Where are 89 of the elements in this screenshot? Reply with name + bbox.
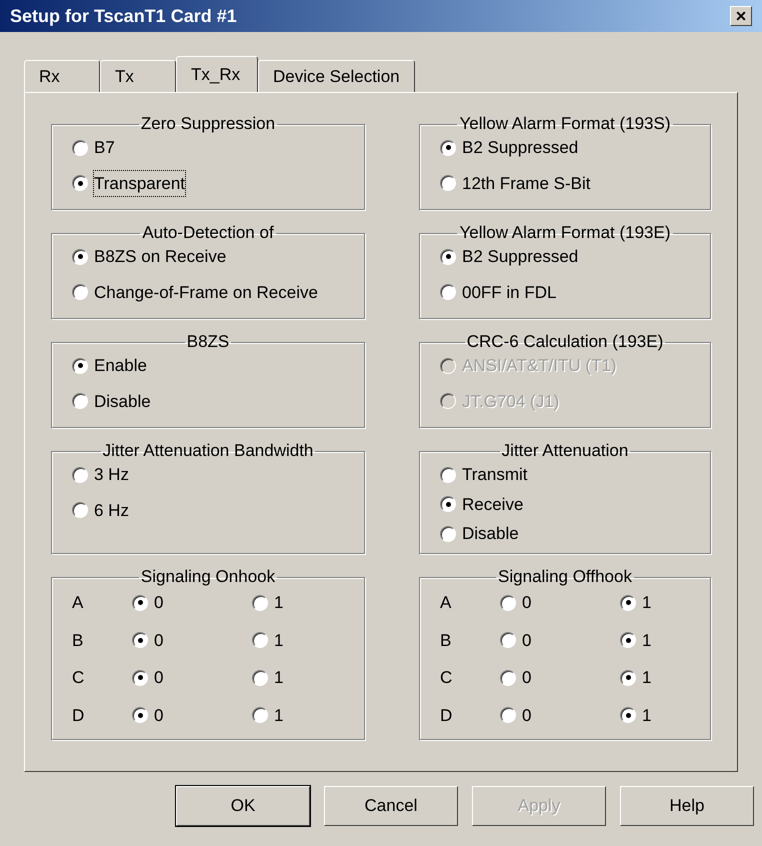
dialog-button[interactable]: Help [620, 786, 754, 826]
dialog-button[interactable]: OK [176, 786, 310, 826]
radio-button[interactable] [72, 140, 88, 156]
group-title: Signaling Onhook [140, 568, 276, 586]
tab[interactable]: Tx_Rx [176, 56, 258, 92]
radio-label: 0 [522, 667, 532, 689]
row-label: A [440, 592, 452, 614]
group-title: Auto-Detection of [141, 224, 275, 242]
radio-label: B2 Suppressed [462, 137, 578, 159]
radio-button[interactable] [440, 496, 456, 512]
group-title: Jitter Attenuation Bandwidth [102, 442, 314, 460]
radio-button[interactable] [440, 526, 456, 542]
radio-label: 1 [274, 667, 284, 689]
tab[interactable]: Rx [24, 60, 100, 92]
radio-label: 1 [274, 630, 284, 652]
radio-button[interactable] [440, 140, 456, 156]
radio-label: 3 Hz [94, 464, 129, 486]
group-title: Signaling Offhook [497, 568, 633, 586]
tab[interactable]: Tx [100, 60, 176, 92]
radio-label: 0 [522, 704, 532, 726]
radio-button[interactable] [500, 670, 516, 686]
radio-button[interactable] [252, 707, 268, 724]
row-label: C [440, 667, 454, 689]
radio-label: 0 [154, 667, 164, 689]
group-title: CRC-6 Calculation (193E) [466, 333, 664, 351]
radio-button[interactable] [132, 632, 148, 648]
radio-button[interactable] [132, 670, 148, 686]
radio-button[interactable] [620, 670, 636, 686]
radio-button[interactable] [440, 248, 456, 265]
window-title: Setup for TscanT1 Card #1 [10, 4, 237, 28]
radio-label: Disable [462, 523, 519, 545]
radio-button[interactable] [500, 594, 516, 611]
radio-label: B2 Suppressed [462, 246, 578, 268]
radio-label: B8ZS on Receive [94, 246, 226, 268]
radio-button[interactable] [132, 594, 148, 611]
row-label: C [72, 667, 86, 689]
dialog-button[interactable]: Cancel [324, 786, 458, 826]
radio-button[interactable] [500, 632, 516, 648]
radio-label: Transmit [462, 464, 528, 486]
radio-label: Change-of-Frame on Receive [94, 282, 318, 304]
group-title: B8ZS [186, 333, 230, 351]
radio-button[interactable] [72, 358, 88, 374]
radio-button[interactable] [620, 632, 636, 648]
radio-label: Disable [94, 390, 151, 412]
radio-label: 1 [642, 630, 652, 652]
group-title: Yellow Alarm Format (193S) [458, 115, 672, 133]
group-title: Yellow Alarm Format (193E) [458, 224, 672, 242]
radio-button[interactable] [72, 466, 88, 483]
radio-label: Enable [94, 355, 147, 377]
radio-label: 1 [642, 704, 652, 726]
radio-label: Receive [462, 494, 524, 516]
radio-button[interactable] [72, 248, 88, 265]
tab[interactable]: Device Selection [258, 60, 415, 92]
row-label: B [72, 630, 84, 652]
group-title: Zero Suppression [140, 115, 276, 133]
radio-button[interactable] [440, 175, 456, 192]
radio-label: 0 [522, 592, 532, 614]
radio-button[interactable] [620, 707, 636, 724]
radio-label: 1 [642, 592, 652, 614]
radio-label: 0 [522, 630, 532, 652]
radio-label: 1 [274, 592, 284, 614]
radio-button[interactable] [620, 594, 636, 611]
radio-label: 0 [154, 704, 164, 726]
radio-button[interactable] [252, 632, 268, 648]
radio-button[interactable] [252, 594, 268, 611]
radio-button[interactable] [72, 284, 88, 300]
row-label: D [72, 704, 86, 726]
radio-label: 00FF in FDL [462, 282, 556, 304]
radio-label: 1 [274, 704, 284, 726]
radio-button[interactable] [440, 284, 456, 300]
radio-button[interactable] [252, 670, 268, 686]
row-label: D [440, 704, 454, 726]
radio-button[interactable] [72, 502, 88, 518]
group-title: Jitter Attenuation [500, 442, 630, 460]
row-label: B [440, 630, 452, 652]
radio-label: 0 [154, 630, 164, 652]
radio-label: 6 Hz [94, 500, 129, 522]
close-button[interactable]: × [730, 6, 752, 26]
row-label: A [72, 592, 84, 614]
radio-button[interactable] [72, 175, 88, 192]
radio-label: Transparent [94, 170, 186, 196]
radio-label: 1 [642, 667, 652, 689]
radio-label: 12th Frame S-Bit [462, 172, 590, 194]
radio-label: B7 [94, 137, 115, 159]
radio-button[interactable] [440, 466, 456, 483]
radio-button[interactable] [132, 707, 148, 724]
radio-button[interactable] [500, 707, 516, 724]
radio-label: 0 [154, 592, 164, 614]
radio-button[interactable] [72, 393, 88, 410]
